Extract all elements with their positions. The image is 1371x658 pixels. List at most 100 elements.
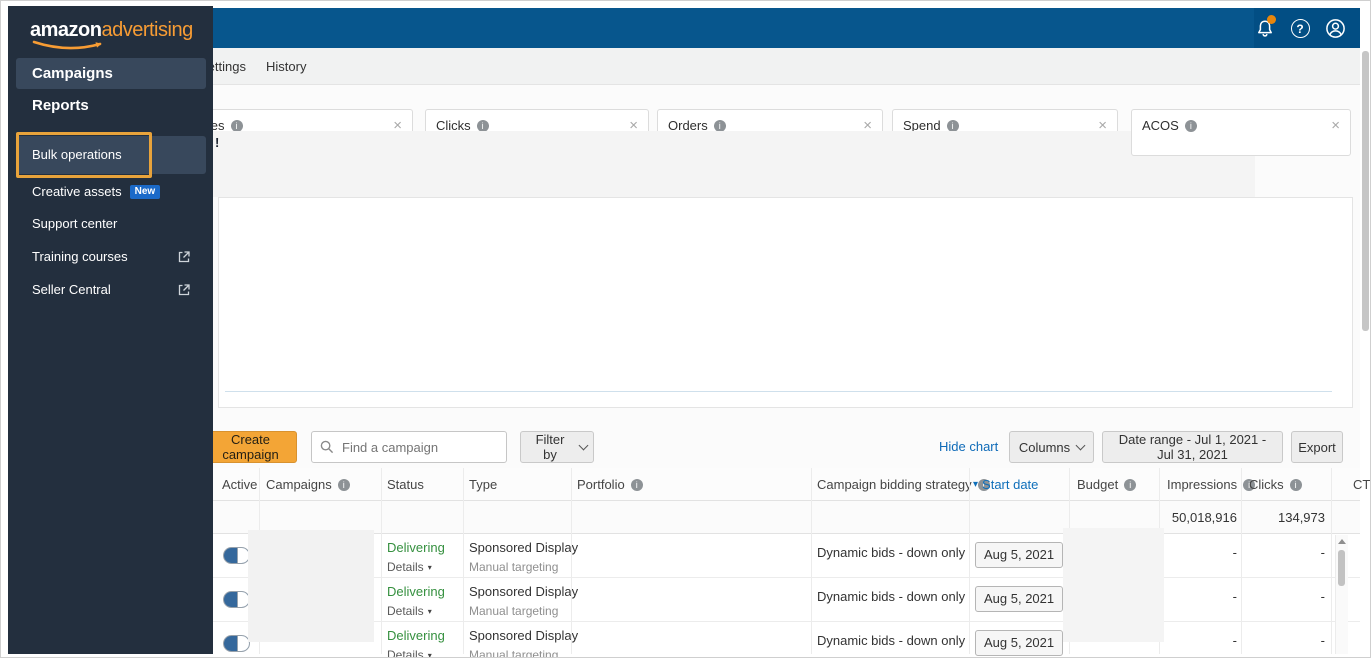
table-scrollbar[interactable]: [1335, 535, 1348, 654]
bidding-strategy: Dynamic bids - down only: [817, 589, 966, 604]
sidebar-item-training-courses[interactable]: Training courses: [8, 247, 213, 267]
amazon-advertising-logo[interactable]: amazonadvertising: [30, 19, 193, 50]
info-icon[interactable]: i: [1184, 119, 1197, 132]
active-toggle[interactable]: [223, 591, 250, 608]
info-icon[interactable]: i: [946, 119, 959, 132]
top-navbar: ?: [213, 8, 1360, 48]
chart-axis-baseline: [225, 391, 1332, 392]
status-text: Delivering: [387, 584, 445, 599]
export-button[interactable]: Export: [1291, 431, 1343, 463]
info-icon[interactable]: i: [1289, 478, 1302, 491]
hide-chart-link[interactable]: Hide chart: [939, 431, 998, 463]
clicks-value: -: [1320, 545, 1325, 560]
tab-history[interactable]: History: [266, 48, 306, 85]
column-divider: [969, 468, 970, 654]
col-header-campaigns[interactable]: Campaigns i: [266, 468, 350, 501]
column-divider: [811, 468, 812, 654]
info-icon[interactable]: i: [713, 119, 726, 132]
active-toggle[interactable]: [223, 547, 250, 564]
sidebar-item-bulk-operations[interactable]: Bulk operations: [8, 145, 237, 165]
col-header-bidding-strategy[interactable]: Campaign bidding strategy i: [817, 468, 990, 501]
sidebar-item-campaigns[interactable]: Campaigns: [16, 58, 206, 89]
status-text: Delivering: [387, 540, 445, 555]
info-icon[interactable]: i: [630, 478, 643, 491]
col-header-clicks[interactable]: Clicks i: [1249, 468, 1302, 501]
bidding-strategy: Dynamic bids - down only: [817, 633, 966, 648]
column-divider: [381, 468, 382, 654]
chevron-down-icon: [1075, 440, 1086, 451]
campaign-type: Sponsored Display: [469, 584, 579, 599]
scroll-up-icon[interactable]: [1338, 539, 1346, 544]
info-icon[interactable]: i: [337, 478, 350, 491]
campaign-type: Sponsored Display: [469, 540, 579, 555]
sidebar-item-creative-assets[interactable]: Creative assets New: [8, 182, 213, 202]
metric-label: ACOS: [1142, 118, 1179, 133]
chart-panel: [218, 197, 1353, 408]
impressions-value: -: [1232, 545, 1237, 560]
start-date-input[interactable]: Aug 5, 2021: [975, 630, 1063, 656]
page-scrollbar[interactable]: [1362, 51, 1369, 331]
column-divider: [463, 468, 464, 654]
details-dropdown[interactable]: Details ▾: [387, 604, 445, 618]
budget-values-redaction: [1063, 528, 1164, 642]
col-header-active[interactable]: Active: [222, 468, 257, 501]
columns-button[interactable]: Columns: [1009, 431, 1094, 463]
targeting-type: Manual targeting: [469, 604, 559, 618]
col-header-type[interactable]: Type: [469, 468, 497, 501]
info-icon[interactable]: i: [476, 119, 489, 132]
campaign-search-box[interactable]: [311, 431, 507, 463]
col-header-budget[interactable]: Budget i: [1077, 468, 1137, 501]
details-dropdown[interactable]: Details ▾: [387, 560, 445, 574]
col-header-start-date[interactable]: ▾ Start date: [973, 468, 1038, 501]
chevron-down-icon: [578, 440, 589, 451]
total-clicks: 134,973: [1278, 510, 1325, 525]
start-date-input[interactable]: Aug 5, 2021: [975, 586, 1063, 612]
close-icon[interactable]: ×: [1331, 118, 1340, 133]
search-input[interactable]: [340, 438, 494, 456]
column-divider: [1331, 468, 1332, 654]
total-impressions: 50,018,916: [1171, 510, 1237, 525]
date-range-button[interactable]: Date range - Jul 1, 2021 - Jul 31, 2021: [1102, 431, 1283, 463]
active-toggle[interactable]: [223, 635, 250, 652]
table-row: Delivering Details ▾ Sponsored Display M…: [213, 578, 1360, 622]
details-dropdown[interactable]: Details ▾: [387, 648, 445, 658]
table-header-row: Active Campaigns i Status Type Portfolio i…: [213, 468, 1370, 501]
info-icon[interactable]: i: [1124, 478, 1137, 491]
caret-down-icon: ▾: [427, 562, 432, 572]
impressions-value: -: [1232, 633, 1237, 648]
search-icon: [320, 440, 334, 454]
col-header-portfolio[interactable]: Portfolio i: [577, 468, 643, 501]
metric-values-overlay: !: [213, 131, 1255, 197]
metric-card-acos: ACOS i ×: [1131, 109, 1351, 156]
amazon-advertising-app-window: ? Settings History Salesi× Clicksi× Orde…: [0, 0, 1371, 658]
sidebar-item-reports[interactable]: Reports: [8, 94, 237, 118]
table-scrollbar-thumb[interactable]: [1338, 550, 1345, 586]
clicks-value: -: [1320, 633, 1325, 648]
start-date-input[interactable]: Aug 5, 2021: [975, 542, 1063, 568]
campaign-rows: Delivering Details ▾ Sponsored Display M…: [213, 534, 1360, 658]
column-divider: [571, 468, 572, 654]
new-badge: New: [129, 185, 161, 199]
notification-dot: [1267, 15, 1277, 24]
col-header-ctr[interactable]: CTR: [1353, 468, 1370, 501]
sort-desc-icon: ▾: [973, 479, 979, 490]
clicks-value: -: [1320, 589, 1325, 604]
account-icon[interactable]: [1325, 17, 1346, 39]
filter-by-button[interactable]: Filter by: [520, 431, 594, 463]
amazon-smile-icon: [32, 40, 102, 50]
sidebar-menu: amazonadvertising Campaigns Reports Bulk…: [8, 6, 213, 654]
navbar-account-section: ?: [1254, 8, 1360, 48]
info-icon[interactable]: i: [230, 119, 243, 132]
targeting-type: Manual targeting: [469, 648, 559, 658]
table-row: Delivering Details ▾ Sponsored Display M…: [213, 622, 1360, 658]
table-totals-row: 50,018,916 134,973: [213, 501, 1360, 534]
sidebar-item-support-center[interactable]: Support center: [8, 214, 213, 234]
notifications-bell-icon[interactable]: [1254, 15, 1277, 39]
col-header-status[interactable]: Status: [387, 468, 424, 501]
sidebar-item-seller-central[interactable]: Seller Central: [8, 280, 213, 300]
campaign-names-redaction: [248, 530, 374, 642]
create-campaign-button[interactable]: Create campaign: [204, 431, 297, 463]
table-row: Delivering Details ▾ Sponsored Display M…: [213, 534, 1360, 578]
caret-down-icon: ▾: [427, 650, 432, 658]
help-icon[interactable]: ?: [1289, 17, 1310, 39]
